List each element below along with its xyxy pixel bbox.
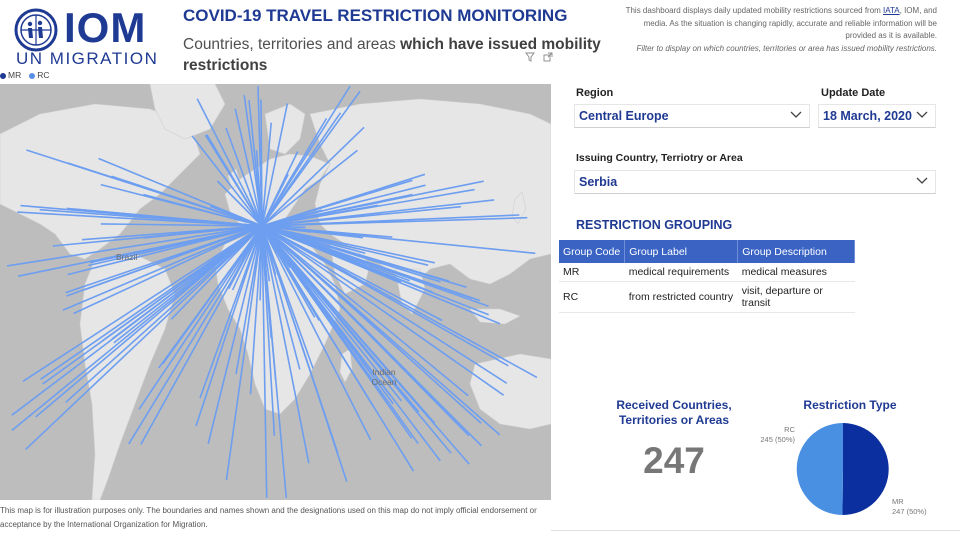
table-row: MR medical requirements medical measures — [559, 263, 855, 282]
table-header-row: Group Code Group Label Group Description — [559, 240, 856, 263]
pie-slice-mr[interactable] — [842, 423, 889, 516]
column-header[interactable]: Group Label — [624, 240, 739, 263]
map-legend: MR RC — [0, 70, 50, 80]
pie-title: Restriction Type — [803, 398, 897, 412]
iom-logo: IOM UN MIGRATION — [14, 4, 164, 68]
world-map[interactable]: Brazil Indian Ocean — [0, 84, 551, 500]
region-label: Region — [576, 87, 614, 99]
chevron-down-icon — [790, 111, 802, 118]
pie-label-mr-value: 247 (50%) — [892, 507, 927, 516]
chevron-down-icon — [916, 111, 928, 118]
legend-dot-mr — [0, 72, 6, 79]
logo-wordmark: IOM — [64, 4, 147, 51]
legend-label-mr: MR — [8, 70, 22, 80]
filter-icon[interactable] — [525, 52, 535, 62]
table-cell: MR — [559, 263, 625, 282]
subtitle-plain: Countries, territories and areas — [183, 36, 401, 53]
legend-dot-rc — [29, 72, 36, 79]
kpi-value: 247 — [643, 440, 705, 481]
map-label-indian-ocean: Indian Ocean — [364, 367, 404, 387]
legend-label-rc: RC — [37, 70, 50, 80]
update-date-select[interactable]: 18 March, 2020 — [818, 104, 936, 128]
info-text-1: This dashboard displays daily updated mo… — [625, 6, 884, 15]
issuing-country-select[interactable]: Serbia — [574, 170, 936, 194]
table-cell: medical measures — [737, 263, 855, 282]
pie-label-mr-name: MR — [892, 497, 904, 506]
update-date-value: 18 March, 2020 — [823, 109, 912, 123]
region-select[interactable]: Central Europe — [574, 104, 810, 128]
legend-item-mr[interactable]: MR — [0, 70, 21, 80]
land-africa — [214, 233, 341, 415]
region-value: Central Europe — [579, 109, 669, 123]
pie-label-rc-name: RC — [784, 425, 795, 434]
table-cell: from restricted country — [624, 281, 738, 313]
map-visual-toolbar — [525, 52, 553, 62]
land-australia — [469, 353, 551, 430]
issuing-country-label: Issuing Country, Terriotry or Area — [576, 152, 743, 164]
grouping-title: RESTRICTION GROUPING — [576, 218, 733, 232]
map-canvas — [0, 84, 551, 500]
update-date-label: Update Date — [821, 87, 886, 99]
iom-emblem-icon — [14, 8, 58, 52]
table-cell: RC — [559, 281, 625, 313]
chevron-down-icon — [916, 177, 928, 184]
iata-link[interactable]: IATA — [883, 6, 900, 15]
pie-slice-rc[interactable] — [796, 422, 843, 515]
table-cell: visit, departure or transit — [737, 281, 855, 313]
restriction-type-pie[interactable] — [796, 422, 890, 516]
logo-subtext: UN MIGRATION — [16, 49, 159, 68]
grouping-table: Group Code Group Label Group Description… — [559, 240, 856, 313]
column-header[interactable]: Group Code — [559, 240, 626, 263]
pie-label-rc: RC 245 (50%) — [760, 425, 795, 445]
info-note: Filter to display on which countries, te… — [636, 43, 937, 53]
pie-label-rc-value: 245 (50%) — [760, 435, 795, 444]
info-text: This dashboard displays daily updated mo… — [612, 5, 937, 55]
map-label-indian-ocean-text: Indian Ocean — [371, 367, 397, 387]
divider — [551, 530, 960, 531]
issuing-country-value: Serbia — [579, 175, 618, 189]
column-header[interactable]: Group Description — [737, 240, 856, 263]
map-label-brazil: Brazil — [116, 252, 138, 262]
kpi-title: Received Countries, Territories or Areas — [616, 398, 732, 427]
page-title: COVID-19 TRAVEL RESTRICTION MONITORING — [183, 6, 568, 25]
map-disclaimer: This map is for illustration purposes on… — [0, 506, 537, 529]
pie-label-mr: MR 247 (50%) — [892, 497, 927, 517]
focus-mode-icon[interactable] — [543, 52, 553, 62]
legend-item-rc[interactable]: RC — [29, 70, 50, 80]
table-row: RC from restricted country visit, depart… — [559, 281, 855, 313]
table-cell: medical requirements — [624, 263, 738, 282]
